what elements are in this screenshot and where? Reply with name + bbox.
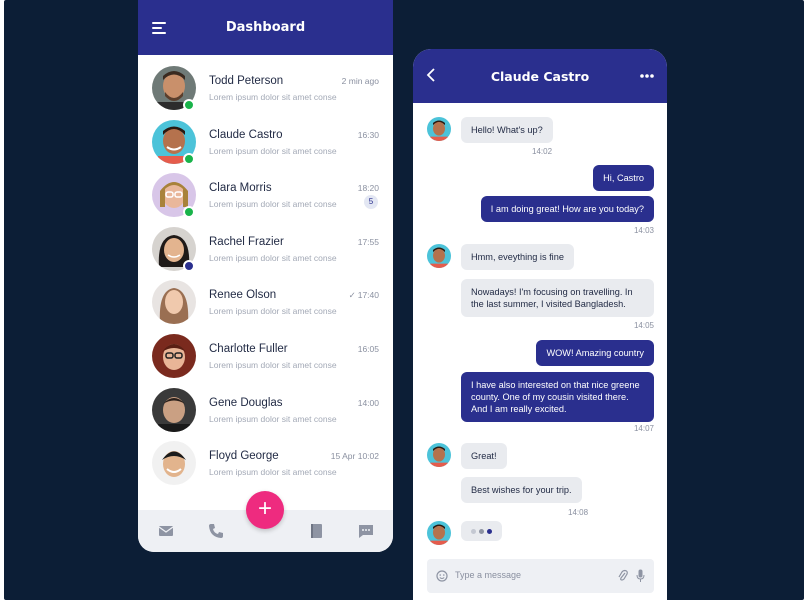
message-preview: Lorem ipsum dolor sit amet conse (209, 413, 337, 424)
contact-name: Charlotte Fuller (209, 342, 288, 355)
attachment-icon[interactable] (618, 569, 628, 583)
book-icon[interactable] (308, 523, 324, 539)
chat-header: Claude Castro (413, 49, 667, 103)
conversation-list: Todd Peterson Lorem ipsum dolor sit amet… (138, 62, 393, 491)
conversation-item[interactable]: Charlotte Fuller Lorem ipsum dolor sit a… (138, 330, 393, 384)
avatar (152, 441, 196, 486)
read-check-icon: ✓ (348, 290, 356, 301)
avatar (427, 521, 451, 545)
message-bubble-outgoing: I have also interested on that nice gree… (461, 372, 654, 422)
conversation-item[interactable]: Rachel Frazier Lorem ipsum dolor sit ame… (138, 223, 393, 277)
message-time: 14:08 (568, 508, 589, 517)
contact-name: Gene Douglas (209, 396, 283, 409)
message-preview: Lorem ipsum dolor sit amet conse (209, 92, 337, 102)
message-preview: Lorem ipsum dolor sit amet conse (209, 145, 337, 156)
conversation-item[interactable]: Todd Peterson Lorem ipsum dolor sit amet… (138, 62, 393, 116)
avatar (427, 443, 451, 467)
online-status-dot (183, 152, 195, 165)
online-status-dot (183, 99, 195, 111)
message-time: 17:55 (357, 236, 379, 247)
mail-icon[interactable] (158, 523, 174, 539)
conversation-item[interactable]: Floyd George Lorem ipsum dolor sit amet … (138, 437, 393, 491)
message-time: 14:03 (633, 226, 654, 235)
chat-icon[interactable] (358, 523, 374, 539)
avatar (427, 117, 451, 141)
avatar (152, 333, 196, 378)
message-input[interactable]: Type a message (455, 570, 521, 580)
chat-title: Claude Castro (490, 69, 590, 84)
avatar (152, 387, 196, 432)
conversation-item[interactable]: Gene Douglas Lorem ipsum dolor sit amet … (138, 384, 393, 438)
phone-icon[interactable] (208, 523, 224, 539)
avatar (427, 244, 451, 268)
chat-screen: Claude Castro Hello! What's up? 14:02 Hi… (413, 49, 667, 600)
message-preview: Lorem ipsum dolor sit amet conse (209, 467, 337, 478)
message-preview: Lorem ipsum dolor sit amet conse (209, 306, 337, 317)
contact-name: Clara Morris (209, 182, 272, 195)
message-bubble-incoming: Great! (461, 443, 507, 469)
message-preview: Lorem ipsum dolor sit amet conse (209, 199, 337, 210)
message-bubble-outgoing: WOW! Amazing country (536, 340, 654, 366)
contact-name: Renee Olson (209, 289, 277, 302)
message-time: 14:02 (532, 147, 553, 156)
message-time: 14:00 (357, 397, 379, 408)
new-chat-fab-button[interactable]: + (246, 491, 284, 529)
message-time: 14:05 (633, 321, 654, 330)
conversation-item[interactable]: Claude Castro Lorem ipsum dolor sit amet… (138, 116, 393, 170)
message-bubble-outgoing: Hi, Castro (593, 165, 654, 191)
conversation-item[interactable]: Renee Olson Lorem ipsum dolor sit amet c… (138, 276, 393, 330)
online-status-dot (183, 206, 195, 219)
message-time: 16:05 (357, 343, 379, 354)
avatar (152, 280, 196, 325)
dashboard-title: Dashboard (225, 20, 306, 35)
message-thread: Hello! What's up? 14:02 Hi, Castro I am … (413, 103, 667, 600)
conversation-item[interactable]: Clara Morris Lorem ipsum dolor sit amet … (138, 169, 393, 223)
typing-indicator (461, 521, 502, 541)
message-time: 2 min ago (341, 76, 379, 86)
message-composer[interactable]: Type a message (427, 559, 654, 593)
message-time: ✓ 17:40 (348, 290, 379, 301)
message-bubble-incoming: Hmm, eveything is fine (461, 244, 574, 270)
message-bubble-incoming: Nowadays! I'm focusing on travelling. In… (461, 279, 654, 317)
unread-badge: 5 (364, 195, 378, 210)
dashboard-screen: Dashboard Todd Peterson Lorem ipsum dolo… (138, 0, 393, 552)
message-time: 15 Apr 10:02 (330, 451, 379, 462)
microphone-icon[interactable] (636, 569, 645, 583)
message-time: 14:07 (633, 424, 654, 433)
message-time: 16:30 (357, 129, 379, 140)
contact-name: Claude Castro (209, 128, 283, 141)
contact-name: Floyd George (209, 450, 279, 463)
contact-name: Rachel Frazier (209, 235, 284, 248)
dashboard-header: Dashboard (138, 0, 393, 55)
message-bubble-incoming: Hello! What's up? (461, 117, 553, 143)
message-time: 18:20 (357, 183, 379, 194)
page-background (4, 0, 804, 600)
away-status-dot (183, 259, 195, 272)
more-options-icon[interactable] (640, 74, 654, 78)
message-preview: Lorem ipsum dolor sit amet conse (209, 359, 337, 370)
message-preview: Lorem ipsum dolor sit amet conse (209, 252, 337, 263)
contact-name: Todd Peterson (209, 75, 284, 87)
message-bubble-outgoing: I am doing great! How are you today? (480, 196, 654, 222)
message-bubble-incoming: Best wishes for your trip. (461, 477, 582, 503)
emoji-icon[interactable] (436, 570, 448, 582)
